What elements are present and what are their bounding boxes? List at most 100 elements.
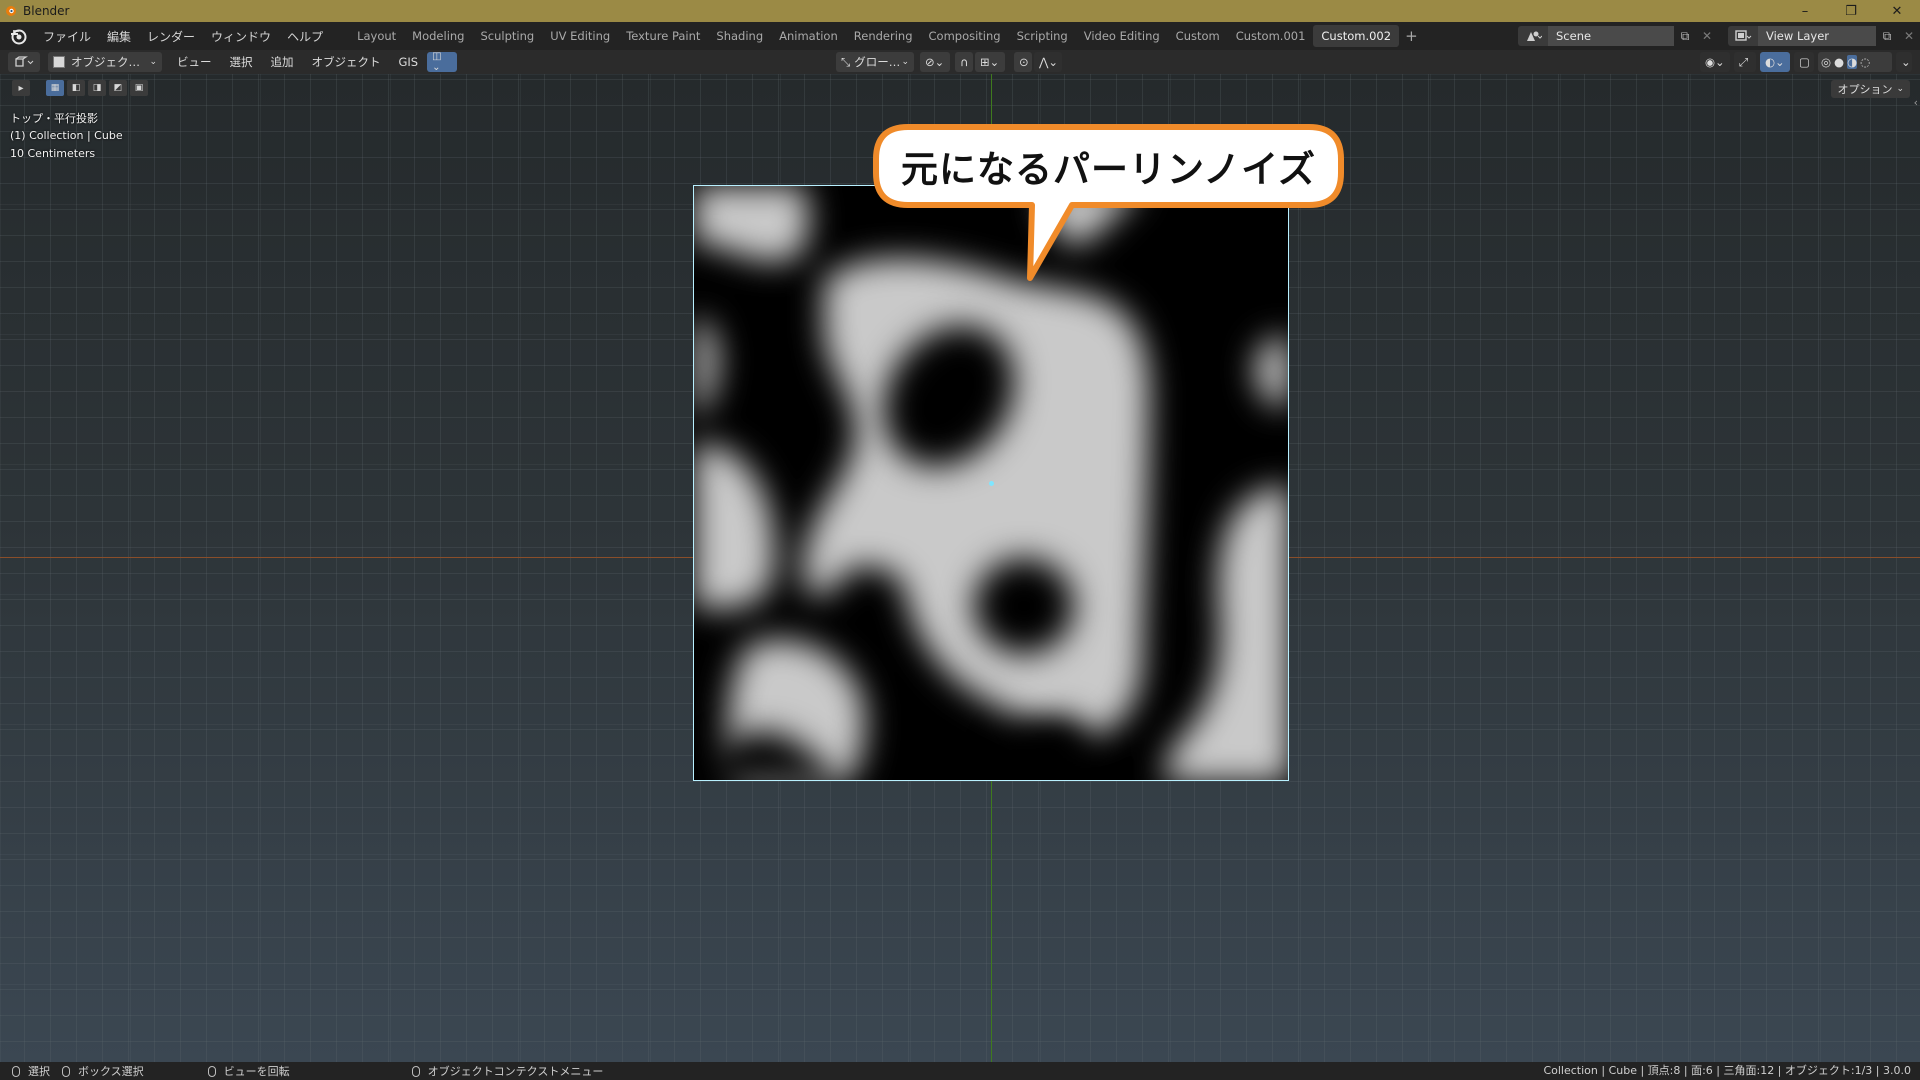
options-label: オプション — [1837, 83, 1893, 96]
tab-custom[interactable]: Custom — [1168, 25, 1228, 47]
proportional-edit-toggle[interactable]: ⊙ — [1014, 52, 1032, 72]
tab-modeling[interactable]: Modeling — [404, 25, 472, 47]
status-box-select: ボックス選択 — [78, 1065, 144, 1078]
snap-target-dropdown[interactable]: ⊞⌄ — [975, 52, 1005, 72]
delete-scene-icon[interactable]: ✕ — [1696, 26, 1718, 46]
interaction-mode-label: オブジェク… — [71, 55, 140, 69]
status-select: 選択 — [28, 1065, 50, 1078]
tab-shading[interactable]: Shading — [708, 25, 771, 47]
transform-orientation-label: グロー… — [854, 55, 901, 69]
select-box-tool-icon[interactable]: ▸ — [12, 80, 30, 96]
proportional-edit-icon: ⊙ — [1019, 55, 1029, 69]
sidebar-toggle-icon[interactable]: ‹ — [1914, 96, 1918, 109]
transform-orientation-dropdown[interactable]: ⤡ グロー… ⌄ — [836, 52, 914, 72]
chevron-down-icon: ⌄ — [149, 57, 157, 67]
wireframe-shading-icon[interactable]: ◎ — [1821, 55, 1831, 69]
viewport-shading-group: ◉⌄ ⤢ ◐⌄ ▢ ◎ ● ◑ ◌ ⌄ — [1700, 52, 1912, 72]
tab-animation[interactable]: Animation — [771, 25, 846, 47]
eye-icon: ◉⌄ — [1705, 55, 1725, 69]
menu-edit[interactable]: 編集 — [99, 28, 139, 45]
title-bar: Blender – ❐ ✕ — [0, 0, 1920, 22]
material-preview-icon[interactable]: ◑ — [1847, 55, 1858, 69]
select-invert-mode-icon[interactable]: ◩ — [109, 80, 127, 96]
overlays-toggle[interactable]: ◐⌄ — [1760, 52, 1790, 72]
snap-increment-icon: ⊞⌄ — [980, 55, 1000, 69]
rendered-shading-icon[interactable]: ◌ — [1860, 55, 1870, 69]
gizmo-icon: ⤢ — [1739, 54, 1749, 69]
select-intersect-mode-icon[interactable]: ▣ — [130, 80, 148, 96]
menu-view[interactable]: ビュー — [168, 54, 221, 70]
chevron-down-icon: ⌄ — [901, 57, 909, 67]
restore-button[interactable]: ❐ — [1828, 0, 1874, 22]
view-layer-icon — [1735, 30, 1752, 41]
pivot-icon: ⊘⌄ — [925, 55, 945, 69]
select-new-mode-icon[interactable]: ▦ — [46, 80, 64, 96]
gizmo-toggle[interactable]: ⤢ — [1734, 52, 1756, 72]
tab-uv-editing[interactable]: UV Editing — [542, 25, 618, 47]
snap-toggle[interactable]: ∩ — [955, 52, 973, 72]
menu-help[interactable]: ヘルプ — [279, 28, 331, 45]
minimize-button[interactable]: – — [1782, 0, 1828, 22]
status-context-menu: オブジェクトコンテクストメニュー — [427, 1065, 604, 1078]
callout-bubble: 元になるパーリンノイズ — [872, 123, 1345, 281]
tab-compositing[interactable]: Compositing — [921, 25, 1009, 47]
select-subtract-mode-icon[interactable]: ◨ — [88, 80, 106, 96]
chevron-down-icon: ⌄ — [1901, 55, 1911, 69]
tool-settings-row: ▸ ▦ ◧ ◨ ◩ ▣ — [12, 80, 148, 96]
xray-toggle[interactable]: ▢ — [1794, 52, 1814, 72]
visibility-dropdown[interactable]: ◉⌄ — [1700, 52, 1730, 72]
mouse-middle-icon — [207, 1065, 216, 1077]
magnet-icon: ∩ — [960, 55, 969, 69]
solid-shading-icon[interactable]: ● — [1834, 55, 1844, 69]
new-view-layer-icon[interactable]: ⧉ — [1876, 26, 1898, 46]
scene-name-field[interactable]: Scene — [1548, 26, 1674, 46]
viewport-header: オブジェク… ⌄ ビュー 選択 追加 オブジェクト GIS ◫ ⌄ ⤡ グロー…… — [0, 50, 1920, 74]
falloff-dropdown[interactable]: ⋀⌄ — [1034, 52, 1062, 72]
menu-add[interactable]: 追加 — [262, 54, 303, 70]
pivot-point-dropdown[interactable]: ⊘⌄ — [920, 52, 950, 72]
grid-scale-label: 10 Centimeters — [10, 147, 96, 160]
tab-texture-paint[interactable]: Texture Paint — [618, 25, 708, 47]
menu-render[interactable]: レンダー — [139, 28, 203, 45]
add-workspace-icon[interactable]: + — [1399, 27, 1424, 45]
scene-statistics: Collection | Cube | 頂点:8 | 面:6 | 三角面:12 … — [1543, 1064, 1911, 1077]
status-bar: 選択 ボックス選択 ビューを回転 オブジェクトコンテクストメニュー Collec… — [0, 1062, 1920, 1080]
interaction-mode-dropdown[interactable]: オブジェク… ⌄ — [48, 52, 162, 72]
view-layer-browse-button[interactable] — [1728, 26, 1758, 46]
tab-sculpting[interactable]: Sculpting — [472, 25, 542, 47]
menu-file[interactable]: ファイル — [35, 28, 99, 45]
tab-layout[interactable]: Layout — [349, 25, 404, 47]
workspace-tabs: Layout Modeling Sculpting UV Editing Tex… — [349, 25, 1424, 47]
tab-scripting[interactable]: Scripting — [1009, 25, 1076, 47]
editor-type-button[interactable] — [8, 52, 40, 72]
gis-tool-button[interactable]: ◫ ⌄ — [427, 51, 458, 73]
overlays-icon: ◐⌄ — [1765, 55, 1785, 69]
tab-custom-002[interactable]: Custom.002 — [1313, 25, 1400, 47]
delete-view-layer-icon[interactable]: ✕ — [1898, 26, 1920, 46]
mouse-drag-icon — [62, 1065, 70, 1077]
scene-browse-button[interactable] — [1518, 26, 1548, 46]
xray-icon: ▢ — [1799, 55, 1810, 69]
tab-custom-001[interactable]: Custom.001 — [1228, 25, 1314, 47]
callout-text: 元になるパーリンノイズ — [900, 148, 1317, 191]
close-window-button[interactable]: ✕ — [1874, 0, 1920, 22]
menu-object[interactable]: オブジェクト — [303, 54, 390, 70]
tab-rendering[interactable]: Rendering — [846, 25, 921, 47]
select-extend-mode-icon[interactable]: ◧ — [67, 80, 85, 96]
object-origin-dot — [989, 481, 994, 486]
menu-select[interactable]: 選択 — [221, 54, 262, 70]
falloff-curve-icon: ⋀⌄ — [1039, 55, 1059, 69]
view-layer-field[interactable]: View Layer — [1758, 26, 1876, 46]
scene-selector-group: Scene ⧉ ✕ View Layer ⧉ ✕ — [1518, 24, 1920, 48]
tab-video-editing[interactable]: Video Editing — [1076, 25, 1168, 47]
chevron-down-icon: ⌄ — [1896, 84, 1904, 94]
menu-window[interactable]: ウィンドウ — [203, 28, 279, 45]
shading-options-dropdown[interactable]: ⌄ — [1896, 52, 1912, 72]
options-dropdown[interactable]: オプション ⌄ — [1831, 80, 1910, 98]
window-title: Blender — [23, 4, 70, 18]
blender-menu-icon[interactable] — [9, 27, 27, 45]
3d-viewport-icon — [15, 56, 34, 67]
new-scene-icon[interactable]: ⧉ — [1674, 26, 1696, 46]
menu-gis[interactable]: GIS — [390, 55, 428, 69]
shading-mode-buttons: ◎ ● ◑ ◌ — [1818, 52, 1892, 72]
